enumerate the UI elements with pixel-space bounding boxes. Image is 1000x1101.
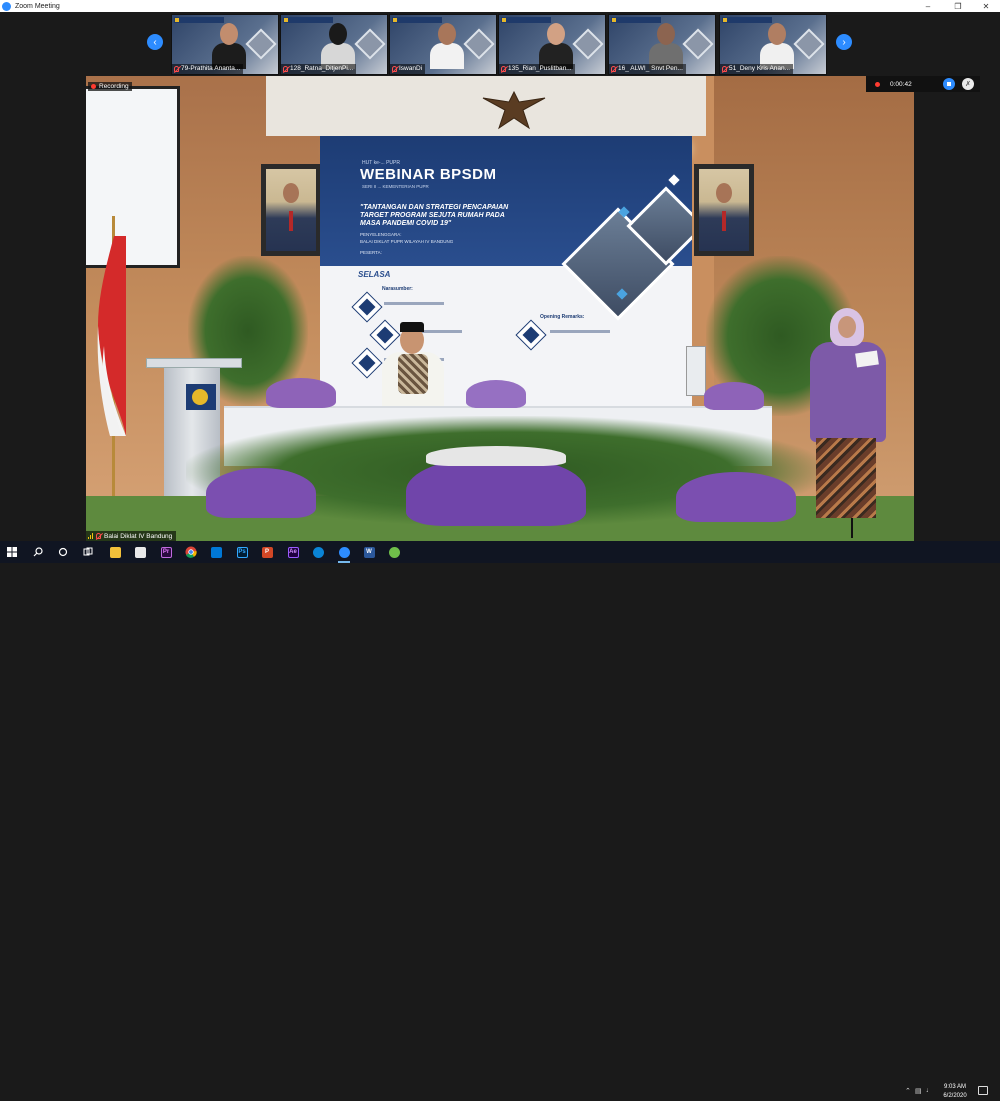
minimize-button[interactable]: – xyxy=(914,0,942,12)
after-effects-icon[interactable]: Ae xyxy=(285,544,301,560)
recording-indicator: Recording xyxy=(88,82,132,91)
edge-icon[interactable] xyxy=(310,544,326,560)
participant-name-label: 16_ ALWI_ Snvt Pen... xyxy=(609,64,686,74)
volume-icon[interactable]: ♩ xyxy=(926,1087,933,1094)
stop-recording-icon xyxy=(947,82,951,86)
system-clock[interactable]: 9:03 AM 6/2/2020 xyxy=(940,1083,970,1101)
windows-taskbar: Pr Ps P Ae W ⌃ ▤ ♩ 9:03 AM 6/2/2020 xyxy=(0,541,1000,1099)
participant-name-label: 79-Prathita Ananta... xyxy=(172,64,244,74)
flag-icon xyxy=(97,236,126,436)
zoom-icon[interactable] xyxy=(336,544,352,563)
notification-icon[interactable] xyxy=(978,1086,988,1095)
garuda-emblem-icon xyxy=(482,90,546,130)
zoom-window: Zoom Meeting – ❐ ✕ ‹ 79-Prathita Ananta.… xyxy=(0,0,1000,1099)
mic-muted-icon: ✗ xyxy=(965,81,971,88)
backdrop-headline: "TANTANGAN DAN STRATEGI PENCAPAIAN TARGE… xyxy=(360,204,509,227)
stop-recording-button[interactable] xyxy=(943,78,955,90)
mic-muted-icon xyxy=(392,66,397,72)
cortana-icon[interactable] xyxy=(55,544,71,560)
next-page-button[interactable]: › xyxy=(836,34,852,50)
presenter-seated xyxy=(378,320,448,410)
tray-chevron-icon[interactable]: ⌃ xyxy=(905,1087,911,1095)
windows-start-icon[interactable] xyxy=(4,544,20,560)
store-icon[interactable] xyxy=(132,544,148,560)
powerpoint-icon[interactable]: P xyxy=(259,544,275,560)
participant-thumbnail[interactable]: 135_Rian_Puslitban... xyxy=(498,14,606,75)
portrait-frame xyxy=(694,164,754,256)
recording-dot-icon xyxy=(91,84,96,89)
active-speaker-name: Balai Diklat IV Bandung xyxy=(86,531,177,541)
signal-strength-icon xyxy=(88,533,93,539)
participant-thumbnail[interactable]: 128_Ratna_DitjenPi... xyxy=(280,14,388,75)
mic-toggle-button[interactable]: ✗ xyxy=(962,78,974,90)
mic-muted-icon xyxy=(96,533,101,539)
zoom-app-icon xyxy=(2,1,11,11)
participant-thumbnail[interactable]: 79-Prathita Ananta... xyxy=(171,14,279,75)
restore-button[interactable]: ❐ xyxy=(944,0,972,12)
pupr-logo-icon xyxy=(186,384,216,410)
mic-muted-icon xyxy=(501,66,506,72)
mic-muted-icon xyxy=(611,66,616,72)
prev-page-button[interactable]: ‹ xyxy=(147,34,163,50)
photoshop-icon[interactable]: Ps xyxy=(234,544,250,560)
mail-icon[interactable] xyxy=(208,544,224,560)
participant-name-label: 128_Ratna_DitjenPi... xyxy=(281,64,357,74)
file-explorer-icon[interactable] xyxy=(107,544,123,560)
participant-thumbnail[interactable]: 51_Deny Kris Anan... xyxy=(719,14,827,75)
emcee-standing xyxy=(802,308,898,538)
recording-dot-icon xyxy=(875,81,880,87)
chevron-right-icon: › xyxy=(842,36,846,48)
participant-name-label: 51_Deny Kris Anan... xyxy=(720,64,794,74)
title-bar: Zoom Meeting – ❐ ✕ xyxy=(0,0,1000,12)
active-speaker-video[interactable]: HUT ke-... PUPR WEBINAR BPSDM SERI II ..… xyxy=(86,76,914,541)
participant-name-label: IswanDi xyxy=(390,64,426,74)
task-view-icon[interactable] xyxy=(80,544,96,560)
mic-muted-icon xyxy=(722,66,727,72)
participant-thumbnail[interactable]: 16_ ALWI_ Snvt Pen... xyxy=(608,14,716,75)
backdrop-title: WEBINAR BPSDM xyxy=(360,166,497,183)
network-icon[interactable]: ▤ xyxy=(915,1087,922,1095)
chrome-icon[interactable] xyxy=(183,544,199,560)
chevron-left-icon: ‹ xyxy=(153,36,157,48)
participant-thumbnail[interactable]: IswanDi xyxy=(389,14,497,75)
greenshot-icon[interactable] xyxy=(386,544,402,560)
mic-muted-icon xyxy=(283,66,288,72)
close-button[interactable]: ✕ xyxy=(972,0,1000,12)
portrait-frame xyxy=(261,164,321,256)
window-title: Zoom Meeting xyxy=(15,2,60,10)
participant-strip: ‹ 79-Prathita Ananta... 128_Ratna_Ditjen… xyxy=(0,12,1000,76)
mic-muted-icon xyxy=(174,66,179,72)
word-icon[interactable]: W xyxy=(361,544,377,560)
participant-name-label: 135_Rian_Puslitban... xyxy=(499,64,575,74)
premiere-icon[interactable]: Pr xyxy=(158,544,174,560)
recording-timer: 0:00:42 xyxy=(890,80,912,88)
search-icon[interactable] xyxy=(30,544,46,560)
